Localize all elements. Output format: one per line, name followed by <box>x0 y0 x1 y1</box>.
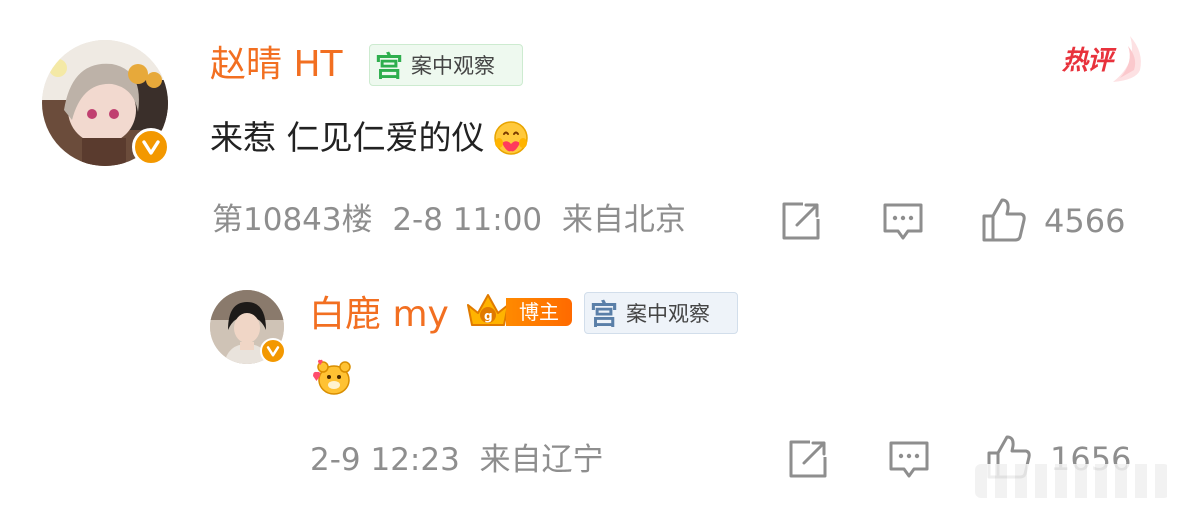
commenter-tag[interactable]: 宫 案中观察 <box>369 44 523 86</box>
comment-meta: 第10843楼 2-8 11:00 来自北京 <box>212 202 686 238</box>
hot-label: 热评 <box>1062 46 1113 76</box>
share-icon[interactable] <box>786 437 830 481</box>
hot-comment-badge: 热评 <box>1058 32 1148 86</box>
replier-avatar[interactable] <box>210 290 286 364</box>
replier-tag[interactable]: 宫 案中观察 <box>584 292 738 334</box>
commenter-name[interactable]: 赵晴 HT <box>210 47 343 83</box>
tag-label: 案中观察 <box>411 54 496 78</box>
comment-icon[interactable] <box>887 437 931 481</box>
blogger-label: 博主 <box>506 298 572 326</box>
comment-section: 赵晴 HT 宫 案中观察 热评 来惹 仁见仁爱的仪 第10843楼 2-8 11… <box>0 0 1179 511</box>
replier-name[interactable]: 白鹿 my <box>309 297 449 333</box>
share-icon[interactable] <box>779 199 823 243</box>
commenter-avatar[interactable] <box>42 40 170 166</box>
reply-meta: 2-9 12:23 来自辽宁 <box>310 442 604 478</box>
svg-text:g: g <box>484 309 493 323</box>
tag-label: 案中观察 <box>626 302 711 326</box>
blogger-badge: g 博主 <box>462 291 574 333</box>
like-icon[interactable] <box>980 196 1028 244</box>
like-count: 4566 <box>1044 202 1126 240</box>
verified-badge-icon <box>260 338 286 364</box>
hamster-heart-emoji-icon <box>313 359 351 395</box>
comment-icon[interactable] <box>881 199 925 243</box>
palace-tag-icon: 宫 <box>590 298 619 331</box>
verified-badge-icon <box>132 128 170 166</box>
palace-tag-icon: 宫 <box>375 50 404 83</box>
comment-text: 来惹 仁见仁爱的仪 <box>210 117 531 157</box>
comment-body: 来惹 仁见仁爱的仪 <box>210 117 485 157</box>
scroll-indicator <box>975 464 1170 498</box>
heart-hug-emoji-icon <box>493 121 528 155</box>
